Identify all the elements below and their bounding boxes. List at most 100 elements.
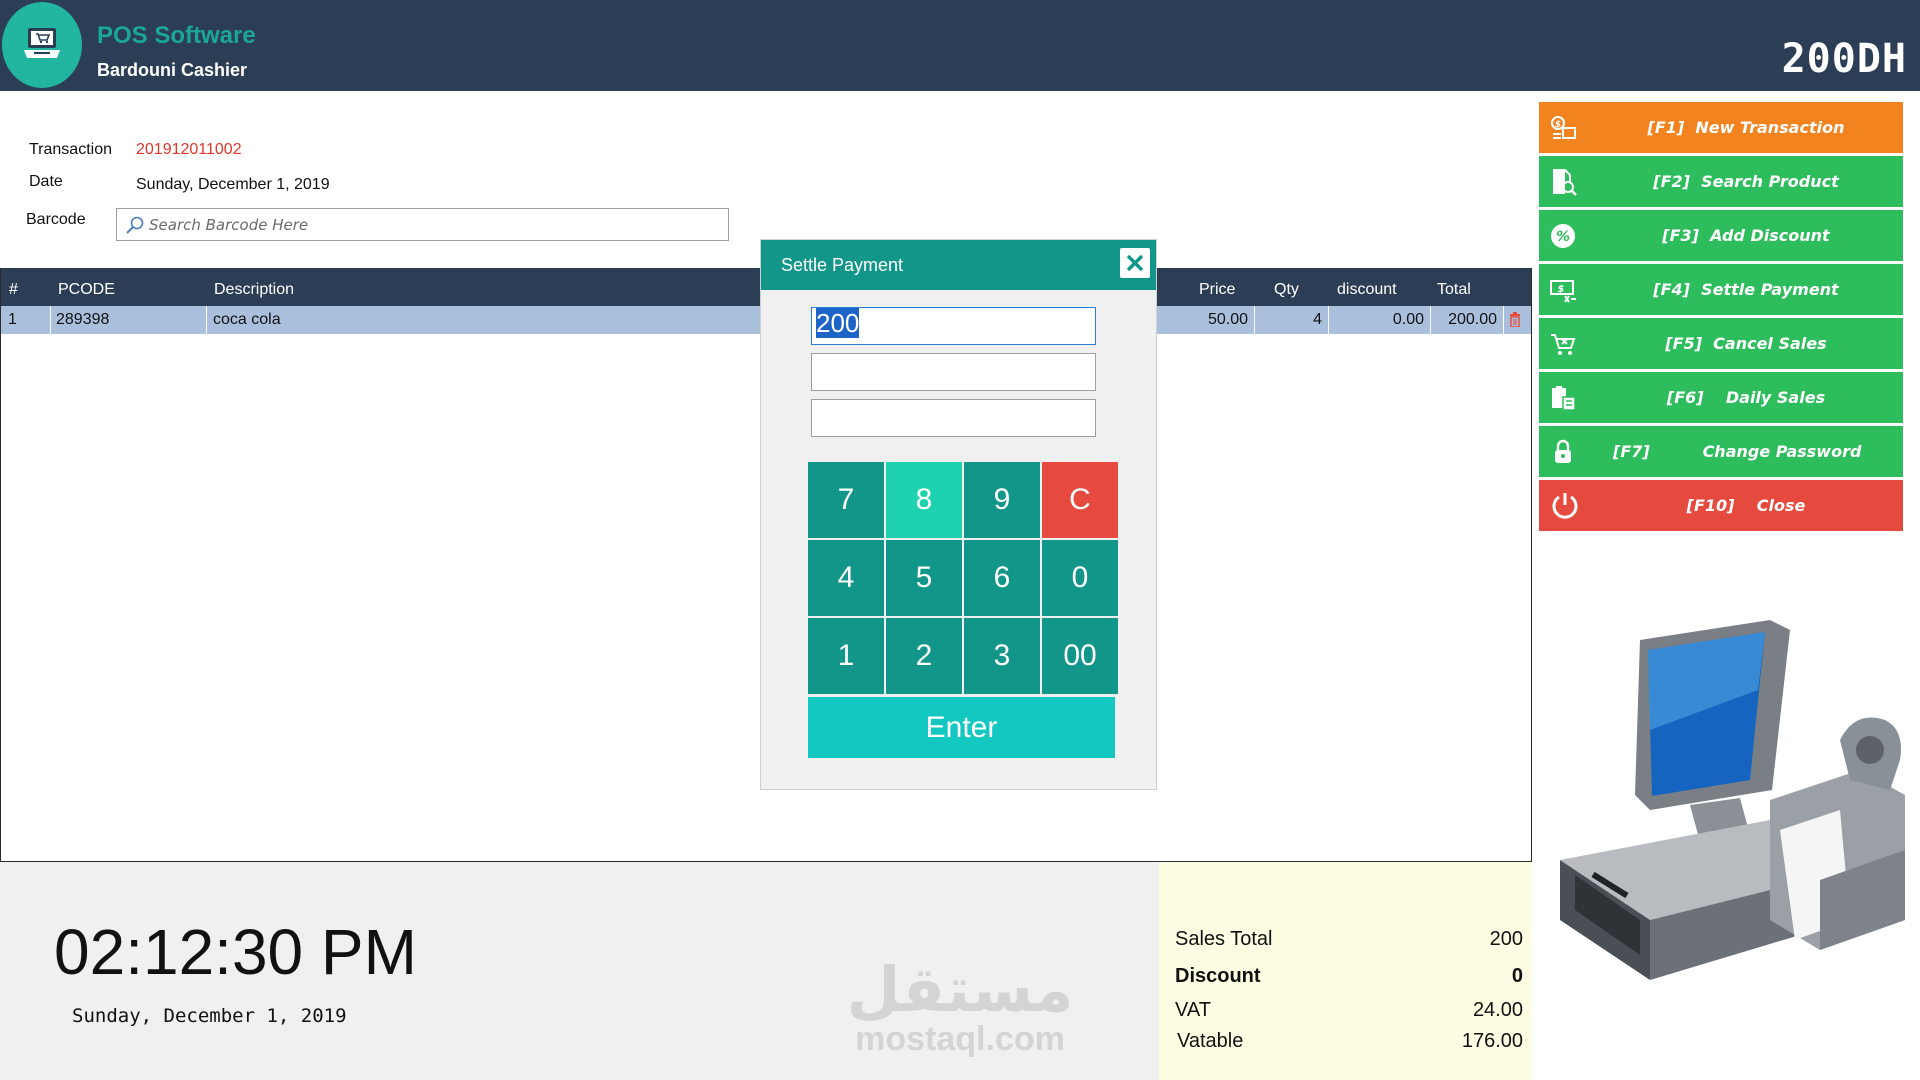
- search-product-button[interactable]: [F2] Search Product: [1539, 156, 1903, 207]
- svg-text:$: $: [1558, 284, 1565, 295]
- enter-button[interactable]: Enter: [808, 697, 1115, 758]
- col-description[interactable]: Description: [214, 281, 294, 299]
- cashier-name: Bardouni Cashier: [97, 60, 248, 80]
- discount-icon: %: [1551, 224, 1575, 248]
- f4-label: Settle Payment: [1701, 280, 1839, 299]
- cell-description: coca cola: [207, 306, 767, 334]
- cash-register-laptop-icon: [24, 28, 60, 58]
- transaction-number: 201912011002: [136, 141, 242, 158]
- vat-value: 24.00: [1472, 999, 1523, 1021]
- cell-num: 1: [1, 306, 51, 334]
- daily-sales-icon: [1552, 386, 1576, 411]
- vat-label: VAT: [1175, 999, 1211, 1021]
- f2-label: Search Product: [1701, 172, 1839, 191]
- f5-label: Cancel Sales: [1713, 334, 1827, 353]
- f7-label: Change Password: [1702, 442, 1862, 461]
- date-value: Sunday, December 1, 2019: [136, 176, 330, 193]
- watermark-arabic: مستقل: [846, 956, 1074, 1025]
- key-00[interactable]: 00: [1042, 618, 1118, 694]
- discount-label: Discount: [1175, 965, 1261, 987]
- col-price[interactable]: Price: [1199, 281, 1235, 299]
- change-password-button[interactable]: [F7] Change Password: [1539, 426, 1903, 477]
- vatable-value: 176.00: [1461, 1030, 1523, 1052]
- add-discount-button[interactable]: % [F3] Add Discount: [1539, 210, 1903, 261]
- f5-key: [F5]: [1665, 334, 1703, 353]
- barcode-label: Barcode: [26, 211, 86, 228]
- clock-time: 02:12:30 PM: [54, 916, 417, 988]
- change-input[interactable]: [811, 399, 1096, 437]
- sales-summary: Sales Total 200 Discount 0 VAT 24.00 Vat…: [1159, 862, 1532, 1080]
- cell-price: 50.00: [1161, 306, 1255, 334]
- f2-key: [F2]: [1653, 172, 1690, 191]
- col-discount[interactable]: discount: [1337, 281, 1397, 299]
- cell-pcode: 289398: [51, 306, 207, 334]
- settle-payment-button[interactable]: $ [F4] Settle Payment: [1539, 264, 1903, 315]
- new-transaction-button[interactable]: $ [F1] New Transaction: [1539, 102, 1903, 153]
- cash-register-illustration: [1560, 620, 1905, 980]
- sales-total-value: 200: [1489, 928, 1523, 950]
- transaction-label: Transaction: [29, 141, 112, 158]
- app-header: POS Software Bardouni Cashier 200DH: [0, 0, 1920, 91]
- barcode-search-box[interactable]: [116, 208, 729, 241]
- delete-row-icon[interactable]: [1509, 312, 1521, 327]
- f3-key: [F3]: [1662, 226, 1699, 245]
- cell-qty: 4: [1255, 306, 1329, 334]
- dialog-close-button[interactable]: [1120, 248, 1150, 278]
- settle-payment-icon: $: [1550, 280, 1576, 303]
- svg-text:$: $: [1555, 120, 1561, 130]
- total-display: 200DH: [1781, 36, 1907, 82]
- key-8[interactable]: 8: [886, 462, 962, 538]
- lock-icon: [1555, 439, 1571, 463]
- key-1[interactable]: 1: [808, 618, 884, 694]
- discount-value: 0: [1511, 965, 1523, 987]
- search-icon: [126, 216, 144, 234]
- key-0[interactable]: 0: [1042, 540, 1118, 616]
- watermark-latin: mostaql.com: [855, 1020, 1065, 1058]
- cell-total: 200.00: [1431, 306, 1504, 334]
- col-pcode[interactable]: PCODE: [58, 281, 115, 299]
- key-9[interactable]: 9: [964, 462, 1040, 538]
- app-title: POS Software: [97, 22, 256, 49]
- cancel-sales-button[interactable]: [F5] Cancel Sales: [1539, 318, 1903, 369]
- svg-text:%: %: [1556, 229, 1570, 245]
- sales-total-label: Sales Total: [1175, 928, 1273, 950]
- amount-input[interactable]: 200: [811, 307, 1096, 345]
- dialog-titlebar: Settle Payment: [761, 240, 1156, 290]
- f3-label: Add Discount: [1710, 226, 1830, 245]
- key-6[interactable]: 6: [964, 540, 1040, 616]
- f1-key: [F1]: [1647, 118, 1685, 137]
- daily-sales-button[interactable]: [F6] Daily Sales: [1539, 372, 1903, 423]
- f7-key: [F7]: [1613, 442, 1650, 461]
- f6-key: [F6]: [1666, 388, 1704, 407]
- power-icon: [1552, 493, 1578, 519]
- new-transaction-icon: $: [1551, 116, 1576, 139]
- cell-discount: 0.00: [1329, 306, 1431, 334]
- watermark: مستقل mostaql.com: [840, 956, 1080, 1058]
- date-label: Date: [29, 173, 63, 190]
- col-total[interactable]: Total: [1437, 281, 1471, 299]
- key-4[interactable]: 4: [808, 540, 884, 616]
- col-num[interactable]: #: [9, 281, 18, 299]
- settle-payment-dialog: Settle Payment 200 7 8 9 C 4 5 6 0 1 2 3…: [760, 239, 1157, 790]
- f4-key: [F4]: [1653, 280, 1690, 299]
- f6-label: Daily Sales: [1725, 388, 1826, 407]
- vatable-label: Vatable: [1177, 1030, 1244, 1052]
- dialog-title: Settle Payment: [781, 255, 904, 275]
- cash-input[interactable]: [811, 353, 1096, 391]
- key-clear[interactable]: C: [1042, 462, 1118, 538]
- key-2[interactable]: 2: [886, 618, 962, 694]
- key-3[interactable]: 3: [964, 618, 1040, 694]
- search-product-icon: [1553, 169, 1577, 196]
- col-qty[interactable]: Qty: [1274, 281, 1299, 299]
- f10-key: [F10]: [1686, 496, 1735, 515]
- key-7[interactable]: 7: [808, 462, 884, 538]
- close-button[interactable]: [F10] Close: [1539, 480, 1903, 531]
- cancel-cart-icon: [1551, 334, 1576, 355]
- f1-label: New Transaction: [1695, 118, 1845, 137]
- clock-date: Sunday, December 1, 2019: [72, 1005, 347, 1027]
- close-icon: [1126, 254, 1144, 272]
- key-5[interactable]: 5: [886, 540, 962, 616]
- barcode-input[interactable]: [149, 213, 709, 237]
- f10-label: Close: [1756, 496, 1806, 515]
- amount-value: 200: [816, 308, 860, 338]
